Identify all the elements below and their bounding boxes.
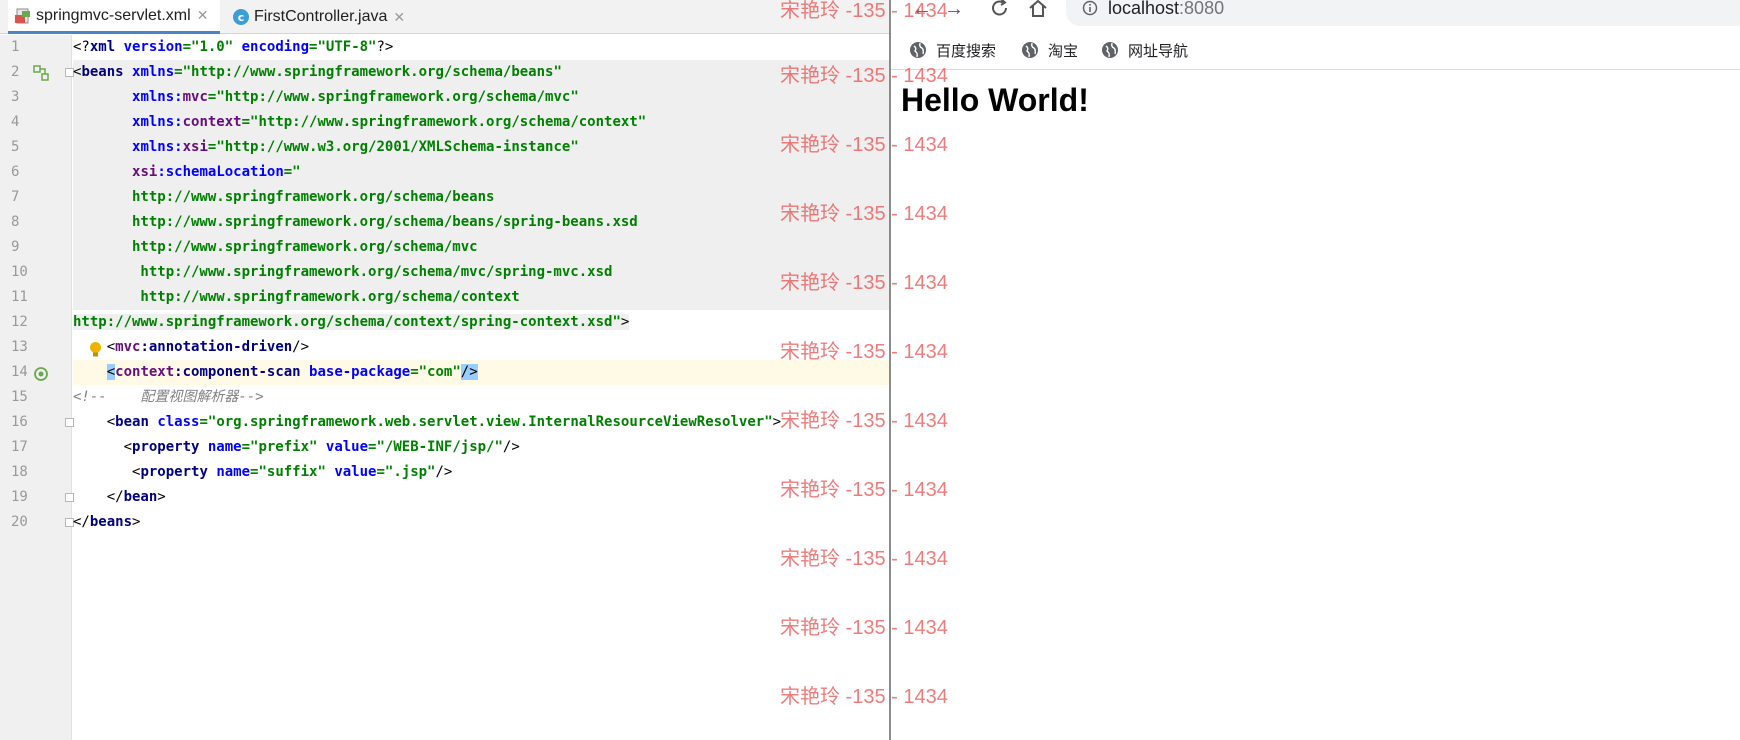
line-number: 1: [11, 39, 20, 55]
ide-window: springmvc-servlet.xml ✕ c FirstControlle…: [0, 0, 889, 740]
tab-springmvc-servlet-xml[interactable]: springmvc-servlet.xml ✕: [8, 0, 220, 34]
code-line: <?xml version="1.0" encoding="UTF-8"?>: [73, 39, 394, 55]
bookmark-baidu[interactable]: 百度搜索: [909, 39, 996, 61]
line-number: 6: [11, 164, 20, 180]
line-number: 13: [11, 339, 28, 355]
code-line: <mvc:annotation-driven/>: [106, 339, 310, 355]
line-number: 2: [11, 64, 20, 80]
reload-icon[interactable]: [987, 0, 1013, 20]
code-line: </bean>: [106, 489, 166, 505]
code-line: http://www.springframework.org/schema/co…: [73, 314, 630, 330]
code-line: xmlns:mvc="http://www.springframework.or…: [132, 89, 579, 105]
spring-bean-icon[interactable]: [33, 65, 49, 81]
line-number: 9: [11, 239, 20, 255]
forward-arrow-icon[interactable]: →: [941, 0, 967, 22]
close-tab-icon[interactable]: ✕: [393, 9, 405, 26]
browser-window: ← → localhost:8080 百度搜索 淘宝 网址导航 Hello Wo…: [889, 0, 1740, 740]
code-line: http://www.springframework.org/schema/be…: [73, 189, 495, 205]
bookmark-label: 百度搜索: [936, 42, 997, 60]
line-number: 4: [11, 114, 20, 130]
svg-text:c: c: [238, 11, 245, 24]
line-number: 3: [11, 89, 20, 105]
code-line: <!-- 配置视图解析器-->: [73, 389, 264, 405]
code-line: <bean class="org.springframework.web.ser…: [106, 414, 782, 430]
page-heading: Hello World!: [901, 82, 1089, 118]
bookmark-taobao[interactable]: 淘宝: [1021, 39, 1078, 61]
line-number: 11: [11, 289, 28, 305]
code-line: <context:component-scan base-package="co…: [106, 364, 478, 380]
line-number: 7: [11, 189, 20, 205]
line-number: 19: [11, 489, 28, 505]
tab-label: springmvc-servlet.xml: [36, 6, 191, 24]
line-number: 8: [11, 214, 20, 230]
code-line: http://www.springframework.org/schema/mv…: [73, 239, 478, 255]
code-line: xmlns:xsi="http://www.w3.org/2001/XMLSch…: [132, 139, 579, 155]
xml-file-icon: [15, 8, 30, 23]
home-icon[interactable]: [1025, 0, 1051, 20]
globe-icon: [910, 42, 926, 58]
code-line: <beans xmlns="http://www.springframework…: [73, 64, 562, 80]
line-number: 20: [11, 514, 28, 530]
bookmark-url-nav[interactable]: 网址导航: [1101, 39, 1188, 61]
code-line: </beans>: [73, 514, 141, 530]
code-line: http://www.springframework.org/schema/be…: [73, 214, 638, 230]
line-number: 12: [11, 314, 28, 330]
bookmark-label: 网址导航: [1128, 42, 1189, 60]
line-number: 18: [11, 464, 28, 480]
line-number: 5: [11, 139, 20, 155]
url-port: :8080: [1179, 0, 1225, 18]
url-text[interactable]: localhost:8080: [1108, 0, 1224, 19]
line-number: 10: [11, 264, 28, 280]
code-line: xmlns:context="http://www.springframewor…: [132, 114, 647, 130]
line-number: 16: [11, 414, 28, 430]
url-host: localhost: [1108, 0, 1180, 18]
tab-firstcontroller-java[interactable]: c FirstController.java ✕: [226, 0, 422, 34]
editor-tab-bar: springmvc-servlet.xml ✕ c FirstControlle…: [0, 0, 889, 34]
line-number: 14: [11, 364, 28, 380]
spring-bean-icon[interactable]: [33, 366, 49, 382]
close-tab-icon[interactable]: ✕: [197, 7, 209, 24]
back-arrow-icon[interactable]: ←: [909, 0, 935, 22]
line-number: 17: [11, 439, 28, 455]
code-line: <property name="suffix" value=".jsp"/>: [132, 464, 453, 480]
bookmarks-bar: 百度搜索 淘宝 网址导航: [891, 32, 1740, 70]
info-icon[interactable]: [1082, 0, 1098, 16]
code-editor[interactable]: <?xml version="1.0" encoding="UTF-8"?> <…: [73, 35, 889, 740]
address-bar[interactable]: localhost:8080: [1066, 0, 1740, 26]
bookmark-label: 淘宝: [1048, 42, 1079, 60]
tab-label: FirstController.java: [254, 8, 388, 25]
code-line: xsi:schemaLocation=": [132, 164, 301, 180]
code-line: http://www.springframework.org/schema/mv…: [73, 264, 613, 280]
code-line: <property name="prefix" value="/WEB-INF/…: [123, 439, 520, 455]
code-line: http://www.springframework.org/schema/co…: [73, 289, 520, 305]
browser-toolbar: ← → localhost:8080: [891, 0, 1740, 30]
globe-icon: [1022, 42, 1038, 58]
java-class-icon: c: [233, 9, 249, 25]
line-number: 15: [11, 389, 28, 405]
globe-icon: [1102, 42, 1118, 58]
